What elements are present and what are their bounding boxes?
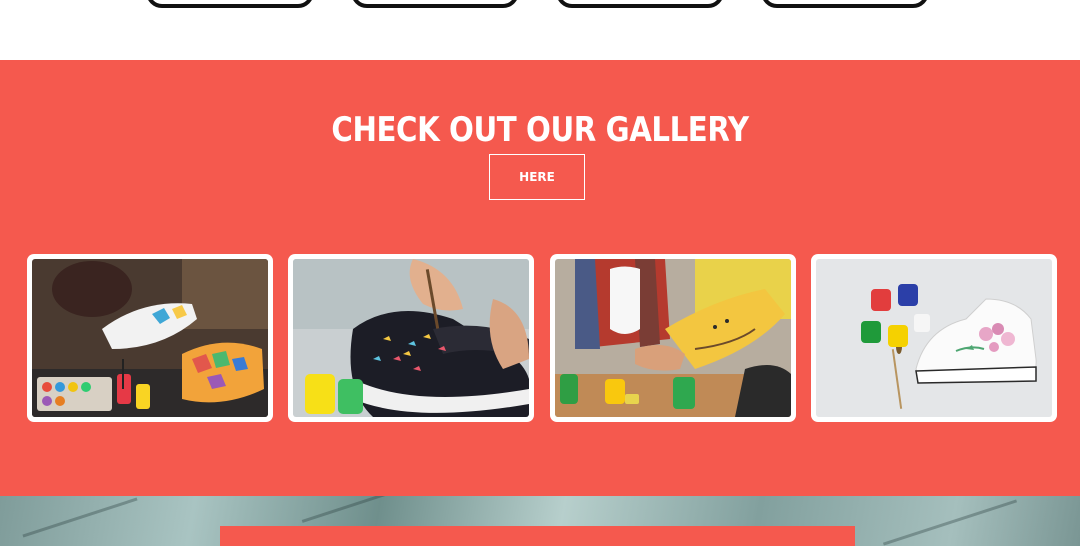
- bottom-panel: [220, 526, 855, 546]
- gallery-here-button[interactable]: HERE: [489, 154, 585, 200]
- gallery-title: CHECK OUT OUR GALLERY: [331, 110, 749, 150]
- gallery-photo-floral-hightop: [816, 259, 1052, 417]
- textured-background-band: [0, 496, 1080, 546]
- gallery-photo-yellow-sneaker: [555, 259, 791, 417]
- gallery-photo-geometric-sneakers: [32, 259, 268, 417]
- top-button-4[interactable]: [761, 0, 929, 8]
- top-button-1[interactable]: [146, 0, 314, 8]
- top-strip: [0, 0, 1080, 60]
- gallery-photo-bird-sneaker: [293, 259, 529, 417]
- gallery-image-1[interactable]: [27, 254, 273, 422]
- top-button-2[interactable]: [351, 0, 519, 8]
- gallery-image-3[interactable]: [550, 254, 796, 422]
- gallery-image-2[interactable]: [288, 254, 534, 422]
- gallery-section: CHECK OUT OUR GALLERY HERE: [0, 60, 1080, 496]
- gallery-image-4[interactable]: [811, 254, 1057, 422]
- top-button-3[interactable]: [556, 0, 724, 8]
